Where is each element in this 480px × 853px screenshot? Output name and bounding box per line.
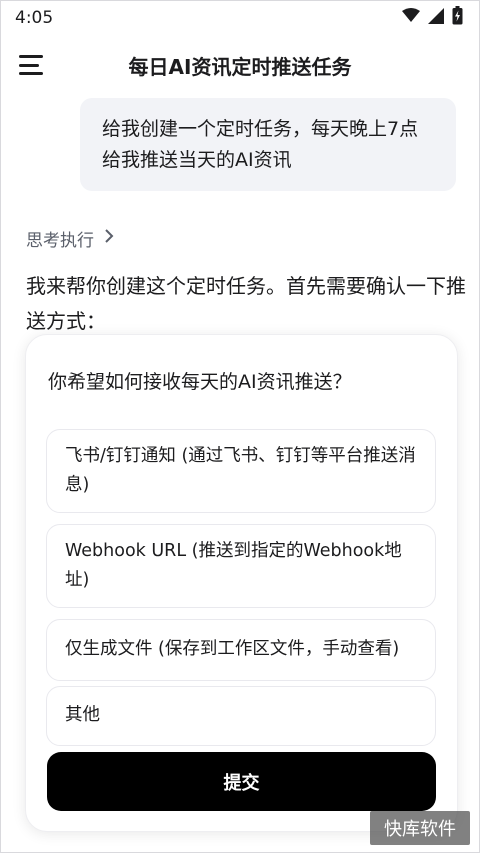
option-feishu-dingtalk[interactable]: 飞书/钉钉通知 (通过飞书、钉钉等平台推送消息) <box>46 429 436 513</box>
thinking-toggle[interactable]: 思考执行 <box>26 226 114 251</box>
user-message-bubble: 给我创建一个定时任务，每天晚上7点给我推送当天的AI资讯 <box>80 98 456 191</box>
status-icons <box>402 6 463 30</box>
app-screen: 4:05 每日AI资讯定时推送任务 给我创建一个定时任务，每天晚上7点给我推送当… <box>0 0 480 853</box>
submit-button[interactable]: 提交 <box>47 752 436 811</box>
app-bar: 每日AI资讯定时推送任务 <box>1 35 479 95</box>
battery-icon <box>452 6 463 30</box>
page-title: 每日AI资讯定时推送任务 <box>128 55 352 79</box>
watermark: 快库软件 <box>370 811 470 845</box>
status-bar: 4:05 <box>1 1 479 35</box>
assistant-message: 我来帮你创建这个定时任务。首先需要确认一下推送方式： <box>26 274 466 333</box>
signal-icon <box>428 7 444 29</box>
question-text: 你希望如何接收每天的AI资讯推送？ <box>48 371 352 393</box>
option-webhook-url[interactable]: Webhook URL (推送到指定的Webhook地址) <box>46 524 436 608</box>
status-time: 4:05 <box>15 8 54 28</box>
wifi-icon <box>402 8 420 28</box>
question-card: 你希望如何接收每天的AI资讯推送？ 飞书/钉钉通知 (通过飞书、钉钉等平台推送消… <box>25 334 458 832</box>
option-generate-file[interactable]: 仅生成文件 (保存到工作区文件，手动查看) <box>46 619 436 681</box>
chevron-right-icon <box>104 228 114 249</box>
thinking-label: 思考执行 <box>26 231 94 251</box>
option-other[interactable]: 其他 <box>46 686 436 746</box>
